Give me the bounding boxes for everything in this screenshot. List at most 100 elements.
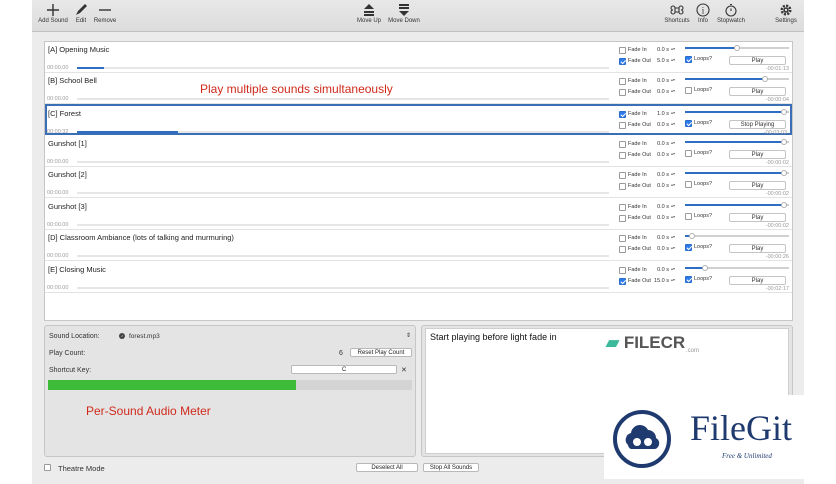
clear-shortcut-icon[interactable]: ✕ (401, 366, 407, 374)
volume-knob[interactable] (688, 233, 695, 239)
remove-button[interactable]: Remove (92, 3, 118, 24)
sound-row[interactable]: Gunshot [2] 00:00.00 Fade In Fade Out 0.0 s 0… (45, 167, 792, 198)
sound-row[interactable]: Gunshot [3] 00:00.00 Fade In Fade Out 0.0 s 0… (45, 199, 792, 230)
sound-row[interactable]: [D] Classroom Ambiance (lots of talking … (45, 230, 792, 261)
fade-in-checkbox[interactable] (619, 111, 626, 118)
edit-button[interactable]: Edit (72, 3, 90, 24)
fade-in-stepper[interactable]: ▴▾ (671, 172, 675, 179)
fade-out-checkbox[interactable] (619, 58, 626, 65)
loops-checkbox[interactable] (685, 56, 692, 63)
progress-bar[interactable] (77, 161, 609, 163)
fade-in-stepper[interactable]: ▴▾ (671, 111, 675, 118)
fade-in-checkbox[interactable] (619, 267, 626, 274)
stop-all-sounds-button[interactable]: Stop All Sounds (423, 463, 479, 472)
fade-out-stepper[interactable]: ▴▾ (671, 89, 675, 96)
loops-checkbox[interactable] (685, 276, 692, 283)
volume-knob[interactable] (781, 139, 788, 145)
progress-bar[interactable] (77, 287, 609, 289)
fade-out-checkbox[interactable] (619, 89, 626, 96)
move-down-button[interactable]: Move Down (386, 3, 422, 24)
volume-slider[interactable] (685, 170, 789, 176)
play-button[interactable]: Play (729, 276, 786, 285)
volume-slider[interactable] (685, 139, 789, 145)
theatre-mode-checkbox[interactable] (44, 464, 51, 471)
info-button[interactable]: i Info (695, 3, 711, 24)
volume-knob[interactable] (734, 45, 740, 51)
play-button[interactable]: Play (729, 244, 786, 253)
fade-in-stepper[interactable]: ▴▾ (671, 141, 675, 148)
shortcuts-button[interactable]: Shortcuts (661, 3, 693, 24)
fade-in-checkbox[interactable] (619, 141, 626, 148)
fade-out-checkbox[interactable] (619, 215, 626, 222)
sound-row[interactable]: [B] School Bell 00:00.00 Fade In Fade Out 0.… (45, 73, 792, 104)
fade-in-checkbox[interactable] (619, 172, 626, 179)
reset-play-count-button[interactable]: Reset Play Count (350, 348, 412, 357)
progress-bar[interactable] (77, 67, 609, 69)
sound-location-select[interactable]: ♪ forest.mp3 ⇕ (117, 331, 413, 342)
progress-bar[interactable] (77, 131, 609, 133)
progress-bar[interactable] (77, 192, 609, 194)
fade-out-value[interactable]: 0.0 s (651, 246, 669, 252)
fade-out-checkbox[interactable] (619, 183, 626, 190)
fade-out-stepper[interactable]: ▴▾ (671, 278, 675, 285)
fade-out-stepper[interactable]: ▴▾ (671, 152, 675, 159)
fade-in-checkbox[interactable] (619, 235, 626, 242)
volume-slider[interactable] (685, 45, 789, 51)
loops-checkbox[interactable] (685, 181, 692, 188)
volume-slider[interactable] (685, 202, 789, 208)
fade-out-value[interactable]: 5.0 s (651, 58, 669, 64)
progress-bar[interactable] (77, 255, 609, 257)
sound-row[interactable]: Gunshot [1] 00:00.00 Fade In Fade Out 0.0 s 0… (45, 136, 792, 167)
volume-slider[interactable] (685, 233, 789, 239)
fade-in-value[interactable]: 0.0 s (651, 204, 669, 210)
move-up-button[interactable]: Move Up (354, 3, 384, 24)
play-button[interactable]: Stop Playing (729, 120, 786, 129)
play-button[interactable]: Play (729, 181, 786, 190)
volume-knob[interactable] (762, 76, 769, 82)
add-sound-button[interactable]: Add Sound (36, 3, 70, 24)
fade-out-value[interactable]: 0.0 s (651, 215, 669, 221)
fade-out-stepper[interactable]: ▴▾ (671, 215, 675, 222)
loops-checkbox[interactable] (685, 244, 692, 251)
loops-checkbox[interactable] (685, 150, 692, 157)
fade-in-stepper[interactable]: ▴▾ (671, 267, 675, 274)
fade-in-value[interactable]: 0.0 s (651, 235, 669, 241)
settings-button[interactable]: Settings (772, 3, 800, 24)
fade-out-value[interactable]: 0.0 s (651, 152, 669, 158)
sound-row[interactable]: [E] Closing Music 00:00.00 Fade In Fade Out… (45, 262, 792, 293)
fade-out-stepper[interactable]: ▴▾ (671, 246, 675, 253)
shortcut-key-field[interactable]: C (291, 365, 397, 374)
fade-out-checkbox[interactable] (619, 122, 626, 129)
fade-in-stepper[interactable]: ▴▾ (671, 204, 675, 211)
fade-in-stepper[interactable]: ▴▾ (671, 47, 675, 54)
fade-in-checkbox[interactable] (619, 204, 626, 211)
fade-in-value[interactable]: 1.0 s (651, 111, 669, 117)
fade-in-checkbox[interactable] (619, 78, 626, 85)
loops-checkbox[interactable] (685, 120, 692, 127)
loops-checkbox[interactable] (685, 213, 692, 220)
volume-knob[interactable] (781, 202, 788, 208)
progress-bar[interactable] (77, 98, 609, 100)
fade-in-stepper[interactable]: ▴▾ (671, 235, 675, 242)
fade-out-checkbox[interactable] (619, 246, 626, 253)
fade-out-checkbox[interactable] (619, 278, 626, 285)
fade-out-value[interactable]: 0.0 s (651, 122, 669, 128)
play-button[interactable]: Play (729, 150, 786, 159)
volume-slider[interactable] (685, 265, 789, 271)
volume-slider[interactable] (685, 76, 789, 82)
fade-in-value[interactable]: 0.0 s (651, 172, 669, 178)
play-button[interactable]: Play (729, 56, 786, 65)
sound-row[interactable]: [C] Forest 00:00:32 Fade In Fade Out 1.0 s 0.… (45, 104, 792, 136)
fade-in-stepper[interactable]: ▴▾ (671, 78, 675, 85)
volume-knob[interactable] (781, 170, 788, 176)
fade-out-checkbox[interactable] (619, 152, 626, 159)
sound-row[interactable]: [A] Opening Music 00:00.00 Fade In Fade Out… (45, 42, 792, 73)
fade-in-checkbox[interactable] (619, 47, 626, 54)
fade-out-value[interactable]: 15.0 s (651, 278, 669, 284)
volume-knob[interactable] (781, 109, 788, 115)
volume-slider[interactable] (685, 109, 789, 115)
play-button[interactable]: Play (729, 87, 786, 96)
fade-in-value[interactable]: 0.0 s (651, 47, 669, 53)
fade-in-value[interactable]: 0.0 s (651, 78, 669, 84)
play-button[interactable]: Play (729, 213, 786, 222)
